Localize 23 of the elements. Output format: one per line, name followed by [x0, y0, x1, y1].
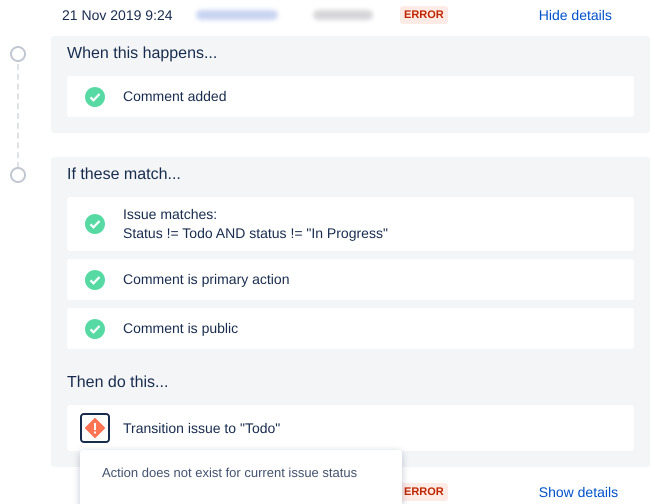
check-icon: [85, 214, 105, 234]
section-heading: When this happens...: [67, 44, 218, 64]
check-icon: [85, 86, 105, 106]
status-badge: ERROR: [400, 6, 448, 24]
timeline-node: [10, 46, 26, 62]
log-date: 21 Nov 2019 9:24: [62, 7, 174, 23]
check-icon: [85, 270, 105, 290]
rule-text: Comment added: [123, 87, 227, 106]
rule-text: Transition issue to "Todo": [123, 418, 280, 438]
details-link[interactable]: Hide details: [538, 7, 612, 23]
rule-text: Comment is primary action: [123, 270, 290, 289]
error-tooltip: Action does not exist for current issue status: [80, 450, 402, 504]
rule-text: Comment is public: [123, 319, 238, 338]
error-icon-button[interactable]: [80, 413, 110, 443]
rule-text: Issue matches:: [123, 205, 218, 224]
check-icon: [85, 318, 105, 338]
rule-text: Status != Todo AND status != "In Progress": [123, 224, 388, 243]
timeline-node: [10, 167, 26, 183]
status-badge: ERROR: [400, 483, 448, 501]
section-heading: If these match...: [67, 165, 182, 185]
details-link[interactable]: Show details: [538, 484, 618, 500]
section-heading: Then do this...: [67, 373, 170, 393]
blurred-text: [313, 10, 373, 20]
